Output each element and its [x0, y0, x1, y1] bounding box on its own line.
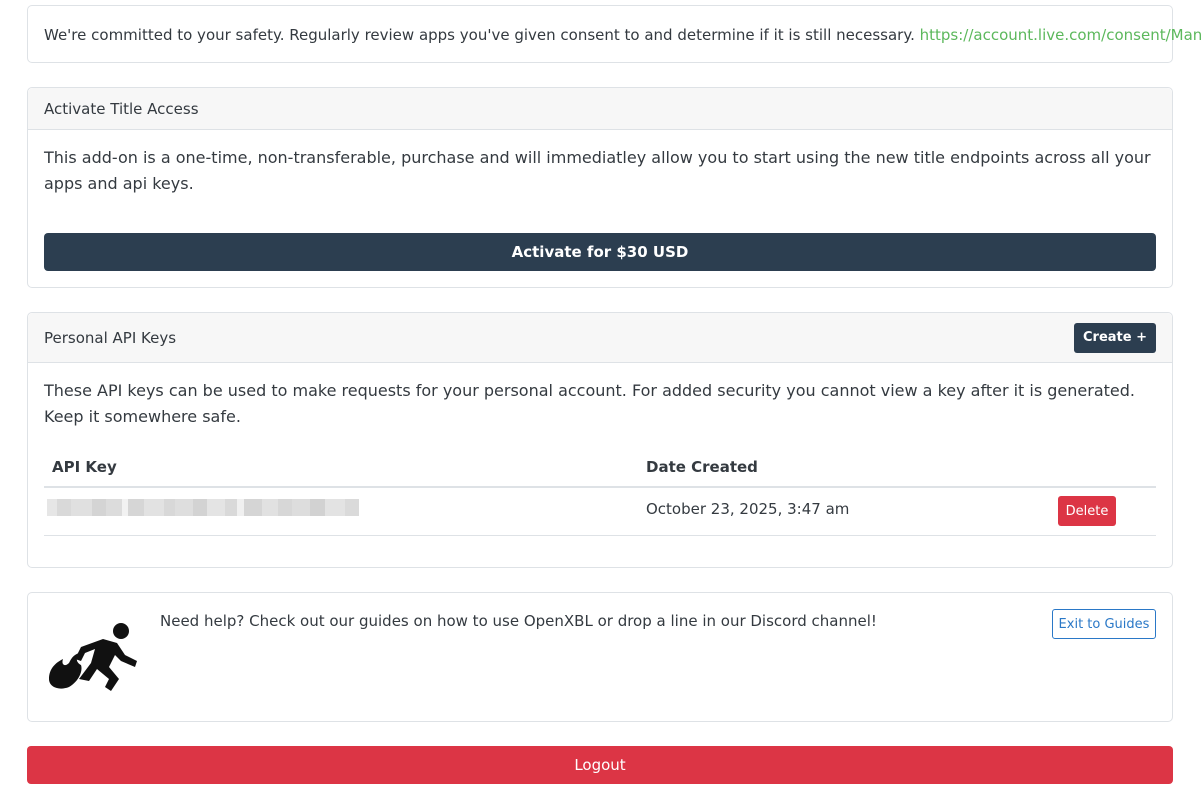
title-access-heading: Activate Title Access — [44, 99, 199, 118]
safety-notice-card: We're committed to your safety. Regularl… — [27, 5, 1202, 63]
api-keys-card: Personal API Keys Create + These API key… — [27, 312, 1173, 568]
logout-button[interactable]: Logout — [27, 746, 1173, 784]
api-keys-header: Personal API Keys Create + — [28, 313, 1172, 363]
help-message: Need help? Check out our guides on how t… — [160, 612, 877, 630]
api-keys-description: These API keys can be used to make reque… — [44, 381, 1135, 426]
table-header-row: API Key Date Created — [44, 450, 1156, 488]
exit-to-guides-button[interactable]: Exit to Guides — [1052, 609, 1156, 639]
api-keys-table: API Key Date Created October 23, 2025, 3… — [44, 450, 1156, 536]
table-row: October 23, 2025, 3:47 am Delete — [44, 488, 1156, 536]
consent-manage-link[interactable]: https://account.live.com/consent/Manage — [920, 26, 1202, 44]
help-card: Need help? Check out our guides on how t… — [27, 592, 1173, 722]
api-keys-heading: Personal API Keys — [44, 328, 177, 347]
delete-key-button[interactable]: Delete — [1058, 496, 1116, 526]
title-access-card: Activate Title Access This add-on is a o… — [27, 87, 1173, 288]
create-key-button[interactable]: Create + — [1074, 322, 1156, 353]
title-access-description: This add-on is a one-time, non-transfera… — [44, 148, 1151, 193]
column-header-api-key: API Key — [52, 458, 117, 476]
redacted-api-key — [47, 499, 359, 516]
column-header-date-created: Date Created — [646, 458, 758, 476]
title-access-header: Activate Title Access — [28, 88, 1172, 130]
safety-message: We're committed to your safety. Regularl… — [44, 26, 915, 44]
date-created-value: October 23, 2025, 3:47 am — [646, 500, 850, 518]
running-figure-fire-icon — [49, 623, 137, 691]
safety-notice-text: We're committed to your safety. Regularl… — [44, 26, 1202, 44]
activate-button[interactable]: Activate for $30 USD — [44, 233, 1156, 271]
